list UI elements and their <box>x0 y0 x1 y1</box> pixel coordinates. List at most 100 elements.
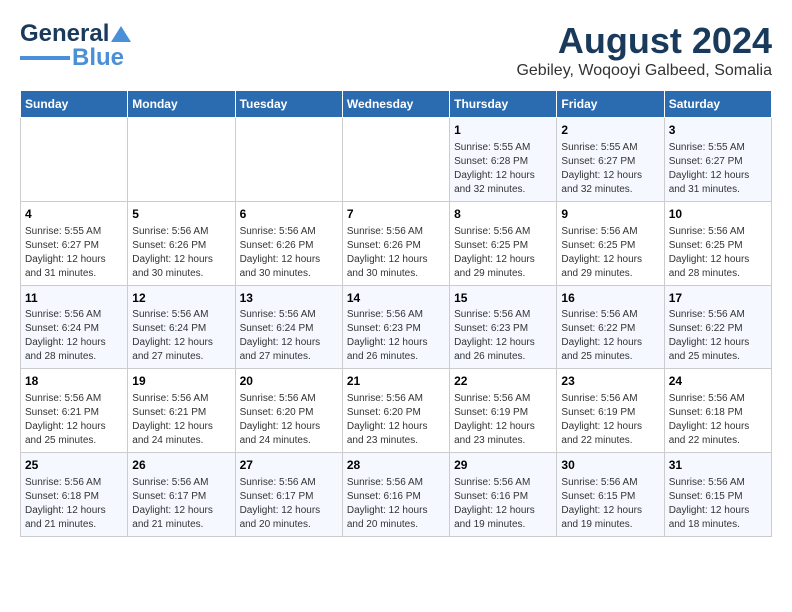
calendar-cell: 6 Sunrise: 5:56 AM Sunset: 6:26 PM Daylig… <box>235 201 342 285</box>
day-info: Sunrise: 5:56 AM Sunset: 6:25 PM Dayligh… <box>669 225 767 281</box>
calendar-cell: 9Sunrise: 5:56 AM Sunset: 6:25 PM Daylig… <box>557 201 664 285</box>
day-number: 29 <box>454 457 552 474</box>
day-number: 20 <box>240 373 338 390</box>
calendar-week-row: 1Sunrise: 5:55 AM Sunset: 6:28 PM Daylig… <box>21 118 772 202</box>
day-info: Sunrise: 5:56 AM Sunset: 6:24 PM Dayligh… <box>25 308 123 364</box>
day-info: Sunrise: 5:56 AM Sunset: 6:15 PM Dayligh… <box>669 476 767 532</box>
day-number: 8 <box>454 206 552 223</box>
day-info: Sunrise: 5:56 AM Sunset: 6:25 PM Dayligh… <box>454 225 552 281</box>
calendar-cell: 16Sunrise: 5:56 AM Sunset: 6:22 PM Dayli… <box>557 285 664 369</box>
day-number: 23 <box>561 373 659 390</box>
day-number: 2 <box>561 122 659 139</box>
day-number: 31 <box>669 457 767 474</box>
calendar-cell: 12Sunrise: 5:56 AM Sunset: 6:24 PM Dayli… <box>128 285 235 369</box>
calendar-cell: 15Sunrise: 5:56 AM Sunset: 6:23 PM Dayli… <box>450 285 557 369</box>
weekday-header: Thursday <box>450 91 557 118</box>
day-info: Sunrise: 5:56 AM Sunset: 6:18 PM Dayligh… <box>669 392 767 448</box>
day-number: 17 <box>669 290 767 307</box>
day-info: Sunrise: 5:56 AM Sunset: 6:23 PM Dayligh… <box>454 308 552 364</box>
day-info: Sunrise: 5:56 AM Sunset: 6:21 PM Dayligh… <box>132 392 230 448</box>
calendar-cell: 29 Sunrise: 5:56 AM Sunset: 6:16 PM Dayli… <box>450 453 557 537</box>
calendar-cell <box>21 118 128 202</box>
day-info: Sunrise: 5:55 AM Sunset: 6:27 PM Dayligh… <box>561 141 659 197</box>
day-info: Sunrise: 5:56 AM Sunset: 6:16 PM Dayligh… <box>347 476 445 532</box>
day-number: 30 <box>561 457 659 474</box>
day-info: Sunrise: 5:56 AM Sunset: 6:23 PM Dayligh… <box>347 308 445 364</box>
day-number: 16 <box>561 290 659 307</box>
day-number: 1 <box>454 122 552 139</box>
calendar-cell: 25 Sunrise: 5:56 AM Sunset: 6:18 PM Dayli… <box>21 453 128 537</box>
calendar-cell: 5Sunrise: 5:56 AM Sunset: 6:26 PM Daylig… <box>128 201 235 285</box>
calendar-cell: 14Sunrise: 5:56 AM Sunset: 6:23 PM Dayli… <box>342 285 449 369</box>
calendar-cell: 23 Sunrise: 5:56 AM Sunset: 6:19 PM Dayli… <box>557 369 664 453</box>
calendar-week-row: 11Sunrise: 5:56 AM Sunset: 6:24 PM Dayli… <box>21 285 772 369</box>
weekday-header: Monday <box>128 91 235 118</box>
calendar-cell: 24 Sunrise: 5:56 AM Sunset: 6:18 PM Dayli… <box>664 369 771 453</box>
calendar-header-row: SundayMondayTuesdayWednesdayThursdayFrid… <box>21 91 772 118</box>
day-number: 24 <box>669 373 767 390</box>
page-header: General Blue August 2024 Gebiley, Woqooy… <box>20 20 772 80</box>
day-number: 12 <box>132 290 230 307</box>
calendar-week-row: 18 Sunrise: 5:56 AM Sunset: 6:21 PM Dayli… <box>21 369 772 453</box>
day-number: 10 <box>669 206 767 223</box>
calendar-cell: 26 Sunrise: 5:56 AM Sunset: 6:17 PM Dayli… <box>128 453 235 537</box>
calendar-table: SundayMondayTuesdayWednesdayThursdayFrid… <box>20 90 772 537</box>
weekday-header: Sunday <box>21 91 128 118</box>
calendar-cell <box>128 118 235 202</box>
day-number: 15 <box>454 290 552 307</box>
calendar-week-row: 4 Sunrise: 5:55 AM Sunset: 6:27 PM Daylig… <box>21 201 772 285</box>
calendar-cell: 4 Sunrise: 5:55 AM Sunset: 6:27 PM Daylig… <box>21 201 128 285</box>
day-number: 7 <box>347 206 445 223</box>
calendar-cell: 7 Sunrise: 5:56 AM Sunset: 6:26 PM Daylig… <box>342 201 449 285</box>
day-number: 13 <box>240 290 338 307</box>
weekday-header: Wednesday <box>342 91 449 118</box>
calendar-cell: 17Sunrise: 5:56 AM Sunset: 6:22 PM Dayli… <box>664 285 771 369</box>
calendar-cell: 28Sunrise: 5:56 AM Sunset: 6:16 PM Dayli… <box>342 453 449 537</box>
day-info: Sunrise: 5:56 AM Sunset: 6:22 PM Dayligh… <box>669 308 767 364</box>
day-number: 14 <box>347 290 445 307</box>
day-info: Sunrise: 5:56 AM Sunset: 6:26 PM Dayligh… <box>240 225 338 281</box>
day-number: 11 <box>25 290 123 307</box>
day-number: 6 <box>240 206 338 223</box>
day-number: 21 <box>347 373 445 390</box>
day-info: Sunrise: 5:56 AM Sunset: 6:24 PM Dayligh… <box>240 308 338 364</box>
calendar-cell: 18 Sunrise: 5:56 AM Sunset: 6:21 PM Dayli… <box>21 369 128 453</box>
day-number: 3 <box>669 122 767 139</box>
day-info: Sunrise: 5:56 AM Sunset: 6:17 PM Dayligh… <box>132 476 230 532</box>
page-title: August 2024 <box>516 20 772 62</box>
day-number: 9 <box>561 206 659 223</box>
calendar-cell: 13Sunrise: 5:56 AM Sunset: 6:24 PM Dayli… <box>235 285 342 369</box>
day-number: 27 <box>240 457 338 474</box>
day-info: Sunrise: 5:55 AM Sunset: 6:27 PM Dayligh… <box>25 225 123 281</box>
day-info: Sunrise: 5:56 AM Sunset: 6:20 PM Dayligh… <box>347 392 445 448</box>
day-info: Sunrise: 5:56 AM Sunset: 6:15 PM Dayligh… <box>561 476 659 532</box>
day-info: Sunrise: 5:55 AM Sunset: 6:27 PM Dayligh… <box>669 141 767 197</box>
day-number: 26 <box>132 457 230 474</box>
day-number: 19 <box>132 373 230 390</box>
calendar-cell: 2 Sunrise: 5:55 AM Sunset: 6:27 PM Daylig… <box>557 118 664 202</box>
day-number: 18 <box>25 373 123 390</box>
calendar-cell: 8 Sunrise: 5:56 AM Sunset: 6:25 PM Daylig… <box>450 201 557 285</box>
day-number: 25 <box>25 457 123 474</box>
day-info: Sunrise: 5:56 AM Sunset: 6:22 PM Dayligh… <box>561 308 659 364</box>
calendar-cell: 3 Sunrise: 5:55 AM Sunset: 6:27 PM Daylig… <box>664 118 771 202</box>
calendar-week-row: 25 Sunrise: 5:56 AM Sunset: 6:18 PM Dayli… <box>21 453 772 537</box>
weekday-header: Saturday <box>664 91 771 118</box>
day-number: 4 <box>25 206 123 223</box>
calendar-cell <box>342 118 449 202</box>
day-info: Sunrise: 5:56 AM Sunset: 6:20 PM Dayligh… <box>240 392 338 448</box>
day-info: Sunrise: 5:56 AM Sunset: 6:18 PM Dayligh… <box>25 476 123 532</box>
calendar-cell: 21 Sunrise: 5:56 AM Sunset: 6:20 PM Dayli… <box>342 369 449 453</box>
day-info: Sunrise: 5:56 AM Sunset: 6:16 PM Dayligh… <box>454 476 552 532</box>
calendar-cell: 30 Sunrise: 5:56 AM Sunset: 6:15 PM Dayli… <box>557 453 664 537</box>
logo: General Blue <box>20 20 131 72</box>
day-info: Sunrise: 5:56 AM Sunset: 6:19 PM Dayligh… <box>561 392 659 448</box>
calendar-cell: 27Sunrise: 5:56 AM Sunset: 6:17 PM Dayli… <box>235 453 342 537</box>
day-info: Sunrise: 5:56 AM Sunset: 6:21 PM Dayligh… <box>25 392 123 448</box>
day-number: 22 <box>454 373 552 390</box>
calendar-cell: 1Sunrise: 5:55 AM Sunset: 6:28 PM Daylig… <box>450 118 557 202</box>
day-info: Sunrise: 5:56 AM Sunset: 6:26 PM Dayligh… <box>347 225 445 281</box>
calendar-cell: 22Sunrise: 5:56 AM Sunset: 6:19 PM Dayli… <box>450 369 557 453</box>
calendar-cell: 31 Sunrise: 5:56 AM Sunset: 6:15 PM Dayli… <box>664 453 771 537</box>
weekday-header: Friday <box>557 91 664 118</box>
